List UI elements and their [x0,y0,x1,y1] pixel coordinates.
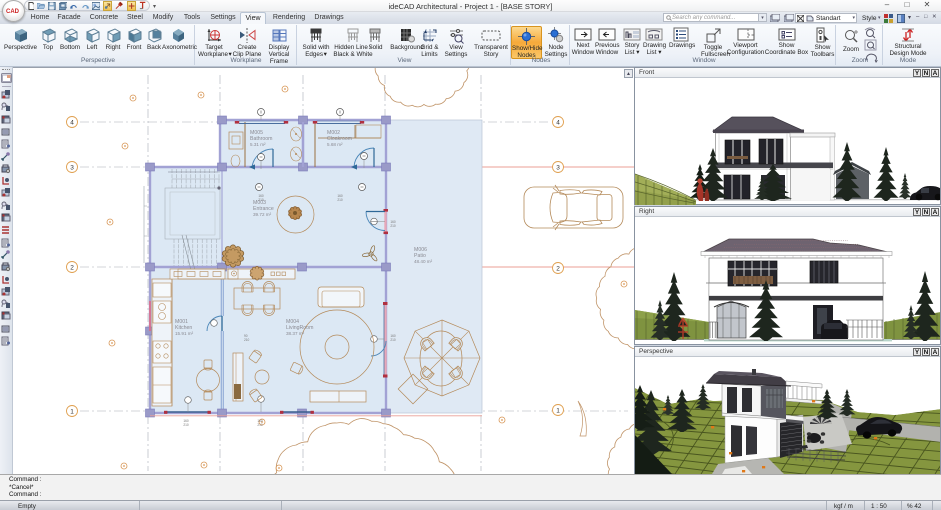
svg-text:5.68 m²: 5.68 m² [327,142,343,147]
svg-text:1: 1 [556,407,560,414]
svg-text:3: 3 [70,164,74,171]
svg-text:48.40 m²: 48.40 m² [414,259,433,264]
svg-text:210: 210 [257,423,263,427]
svg-text:3: 3 [556,164,560,171]
svg-text:210: 210 [390,338,396,342]
svg-text:210: 210 [337,198,343,202]
svg-text:210: 210 [244,338,250,342]
svg-text:4: 4 [556,119,560,126]
svg-text:15.91 m²: 15.91 m² [175,331,194,336]
svg-text:2: 2 [70,264,74,271]
svg-text:38.37 m²: 38.37 m² [286,331,305,336]
svg-text:2: 2 [556,265,560,272]
svg-text:1: 1 [70,408,74,415]
svg-text:210: 210 [390,224,396,228]
svg-text:4: 4 [70,119,74,126]
svg-text:210: 210 [183,423,189,427]
svg-text:5.31 m²: 5.31 m² [250,142,266,147]
svg-text:39.72 m²: 39.72 m² [253,212,272,217]
